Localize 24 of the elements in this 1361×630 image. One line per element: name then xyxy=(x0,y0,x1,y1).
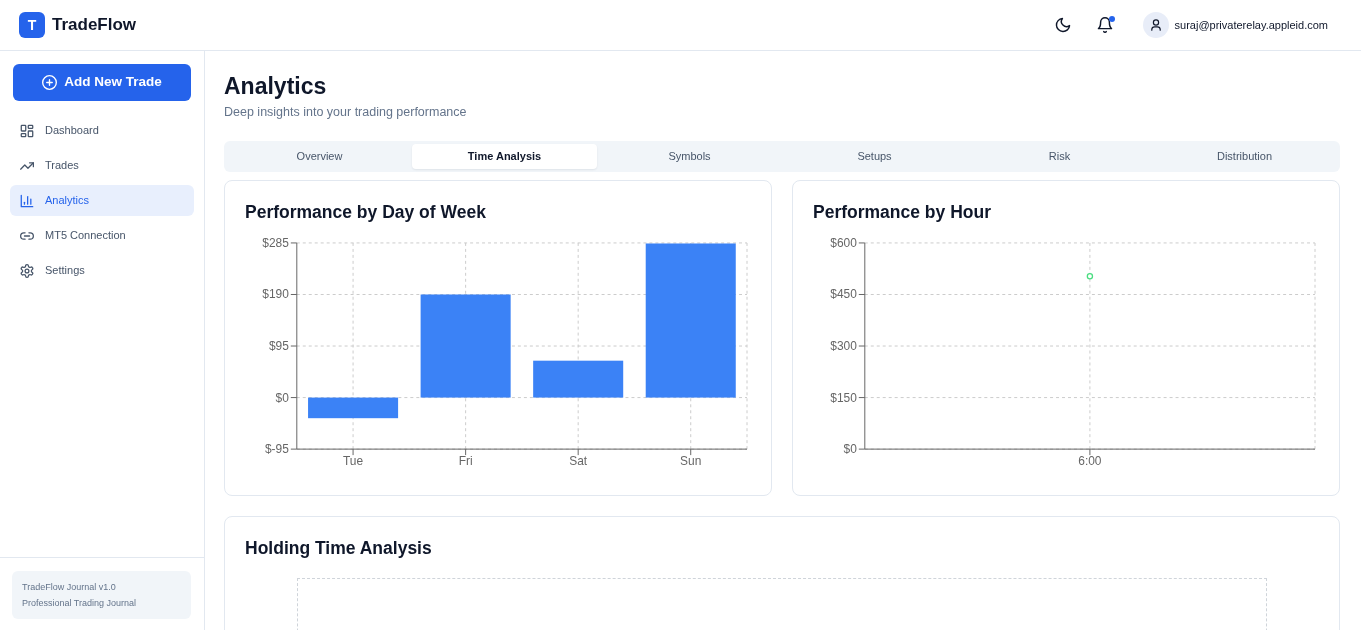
y-tick-label: $300 xyxy=(830,339,857,353)
y-tick-label: $450 xyxy=(830,287,857,302)
x-tick-label: Sat xyxy=(569,454,588,469)
x-tick-label: Fri xyxy=(458,454,473,469)
y-tick-label: $190 xyxy=(262,287,289,302)
x-tick-label: Sun xyxy=(680,454,702,469)
page-subtitle: Deep insights into your trading performance xyxy=(224,104,468,121)
y-tick-label: $285 xyxy=(262,235,289,250)
card-title: Performance by Day of Week xyxy=(245,201,487,224)
app-logo: T xyxy=(19,12,45,38)
app-name: TradeFlow xyxy=(52,14,137,37)
card-title: Performance by Hour xyxy=(813,201,992,224)
y-tick-label: $-95 xyxy=(264,442,289,457)
y-tick-label: $0 xyxy=(275,390,289,405)
y-tick-label: $150 xyxy=(830,390,857,405)
y-tick-label: $600 xyxy=(830,235,857,250)
page-title: Analytics xyxy=(224,72,328,101)
x-tick-label: 6:00 xyxy=(1078,454,1102,469)
version-text: Professional Trading Journal xyxy=(22,597,138,610)
version-text: TradeFlow Journal v1.0 xyxy=(22,581,117,594)
y-tick-label: $0 xyxy=(843,442,857,457)
x-tick-label: Tue xyxy=(343,454,364,469)
y-tick-label: $95 xyxy=(268,339,289,353)
card-title: Holding Time Analysis xyxy=(245,537,433,560)
